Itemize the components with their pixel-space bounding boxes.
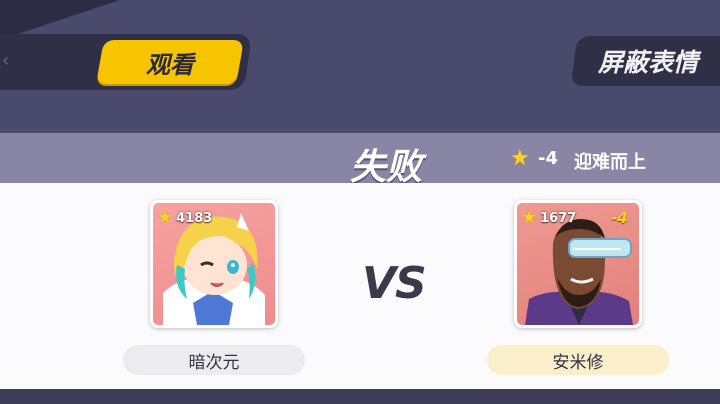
watch-button-label: 观看 xyxy=(146,50,194,79)
player-score-delta: -4 xyxy=(611,209,628,227)
player-score-value: 4183 xyxy=(176,210,213,226)
player-card-left[interactable]: ★ 4183 xyxy=(150,200,278,328)
player-score-left: ★ 4183 xyxy=(157,207,212,229)
watch-button[interactable]: 观看 xyxy=(96,40,244,84)
star-icon: ★ xyxy=(510,146,530,171)
mute-emotes-label: 屏蔽表情 xyxy=(598,48,699,77)
bonus-label: 迎难而上 xyxy=(574,152,646,173)
vs-label: VS xyxy=(362,258,427,309)
player-score-value: 1677 xyxy=(540,210,577,226)
player-card-right[interactable]: ★ 1677 -4 xyxy=(514,200,642,328)
star-icon: ★ xyxy=(521,207,538,228)
player-name-right: 安米修 xyxy=(487,345,669,375)
chevron-left-icon[interactable]: ‹ xyxy=(2,50,10,72)
mute-emotes-button[interactable]: 屏蔽表情 xyxy=(570,36,720,86)
bottom-strip xyxy=(0,389,720,404)
player-name-left: 暗次元 xyxy=(123,345,305,375)
star-icon: ★ xyxy=(157,207,174,228)
star-change-value: -4 xyxy=(538,148,558,169)
player-score-right: ★ 1677 xyxy=(521,207,576,229)
